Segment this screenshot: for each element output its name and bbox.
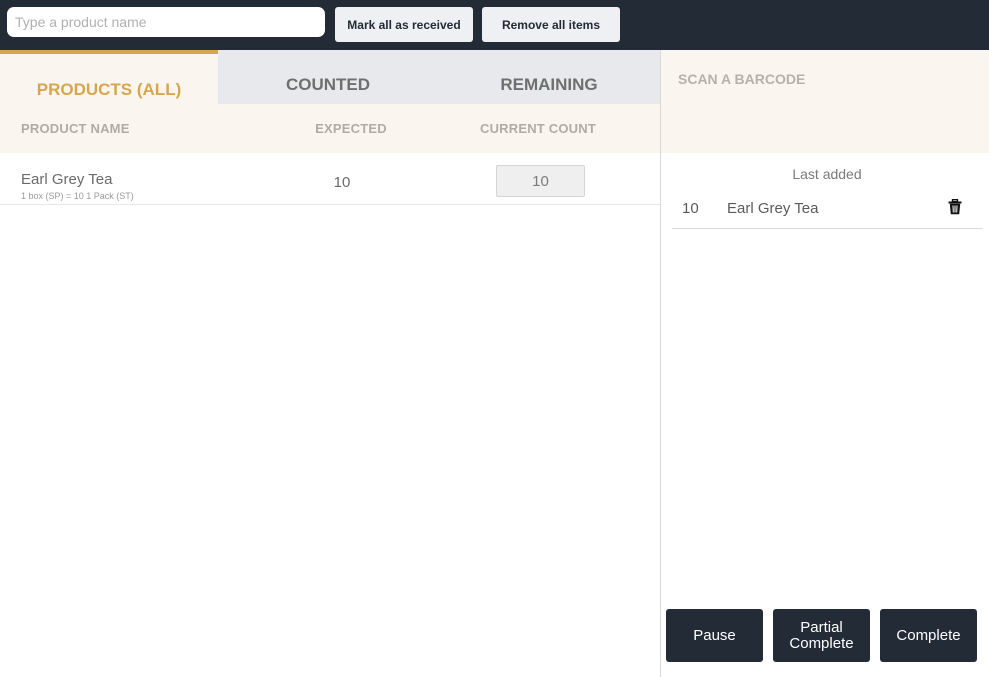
product-unit-description: 1 box (SP) = 10 1 Pack (ST) (21, 191, 134, 201)
pause-button[interactable]: Pause (666, 609, 763, 662)
partial-complete-button[interactable]: Partial Complete (773, 609, 870, 662)
tab-bar: PRODUCTS (ALL) COUNTED REMAINING (0, 50, 660, 104)
column-header-current-count: CURRENT COUNT (480, 121, 596, 136)
remove-all-items-button[interactable]: Remove all items (482, 7, 620, 42)
product-search-input[interactable] (7, 7, 325, 37)
tab-remaining[interactable]: REMAINING (438, 50, 660, 104)
column-header-expected: EXPECTED (315, 121, 387, 136)
scan-barcode-area[interactable]: SCAN A BARCODE (661, 50, 989, 153)
list-item: 10 Earl Grey Tea (672, 190, 983, 229)
column-header-product-name: PRODUCT NAME (21, 121, 130, 136)
current-count-input[interactable] (496, 165, 585, 197)
table-row[interactable]: Earl Grey Tea 1 box (SP) = 10 1 Pack (ST… (0, 153, 660, 205)
scan-panel: SCAN A BARCODE Last added 10 Earl Grey T… (661, 50, 989, 677)
product-list-panel: PRODUCTS (ALL) COUNTED REMAINING PRODUCT… (0, 50, 660, 677)
tab-products-all[interactable]: PRODUCTS (ALL) (0, 50, 218, 104)
last-added-quantity: 10 (682, 200, 699, 217)
trash-icon[interactable] (948, 199, 962, 215)
top-toolbar: Mark all as received Remove all items (0, 0, 989, 50)
scan-barcode-label: SCAN A BARCODE (678, 71, 806, 87)
last-added-heading: Last added (792, 166, 862, 182)
tab-counted[interactable]: COUNTED (218, 50, 438, 104)
last-added-product-name: Earl Grey Tea (727, 200, 819, 217)
table-header: PRODUCT NAME EXPECTED CURRENT COUNT (0, 104, 660, 153)
expected-quantity: 10 (333, 174, 351, 191)
product-name: Earl Grey Tea (21, 171, 113, 188)
complete-button[interactable]: Complete (880, 609, 977, 662)
mark-all-received-button[interactable]: Mark all as received (335, 7, 473, 42)
